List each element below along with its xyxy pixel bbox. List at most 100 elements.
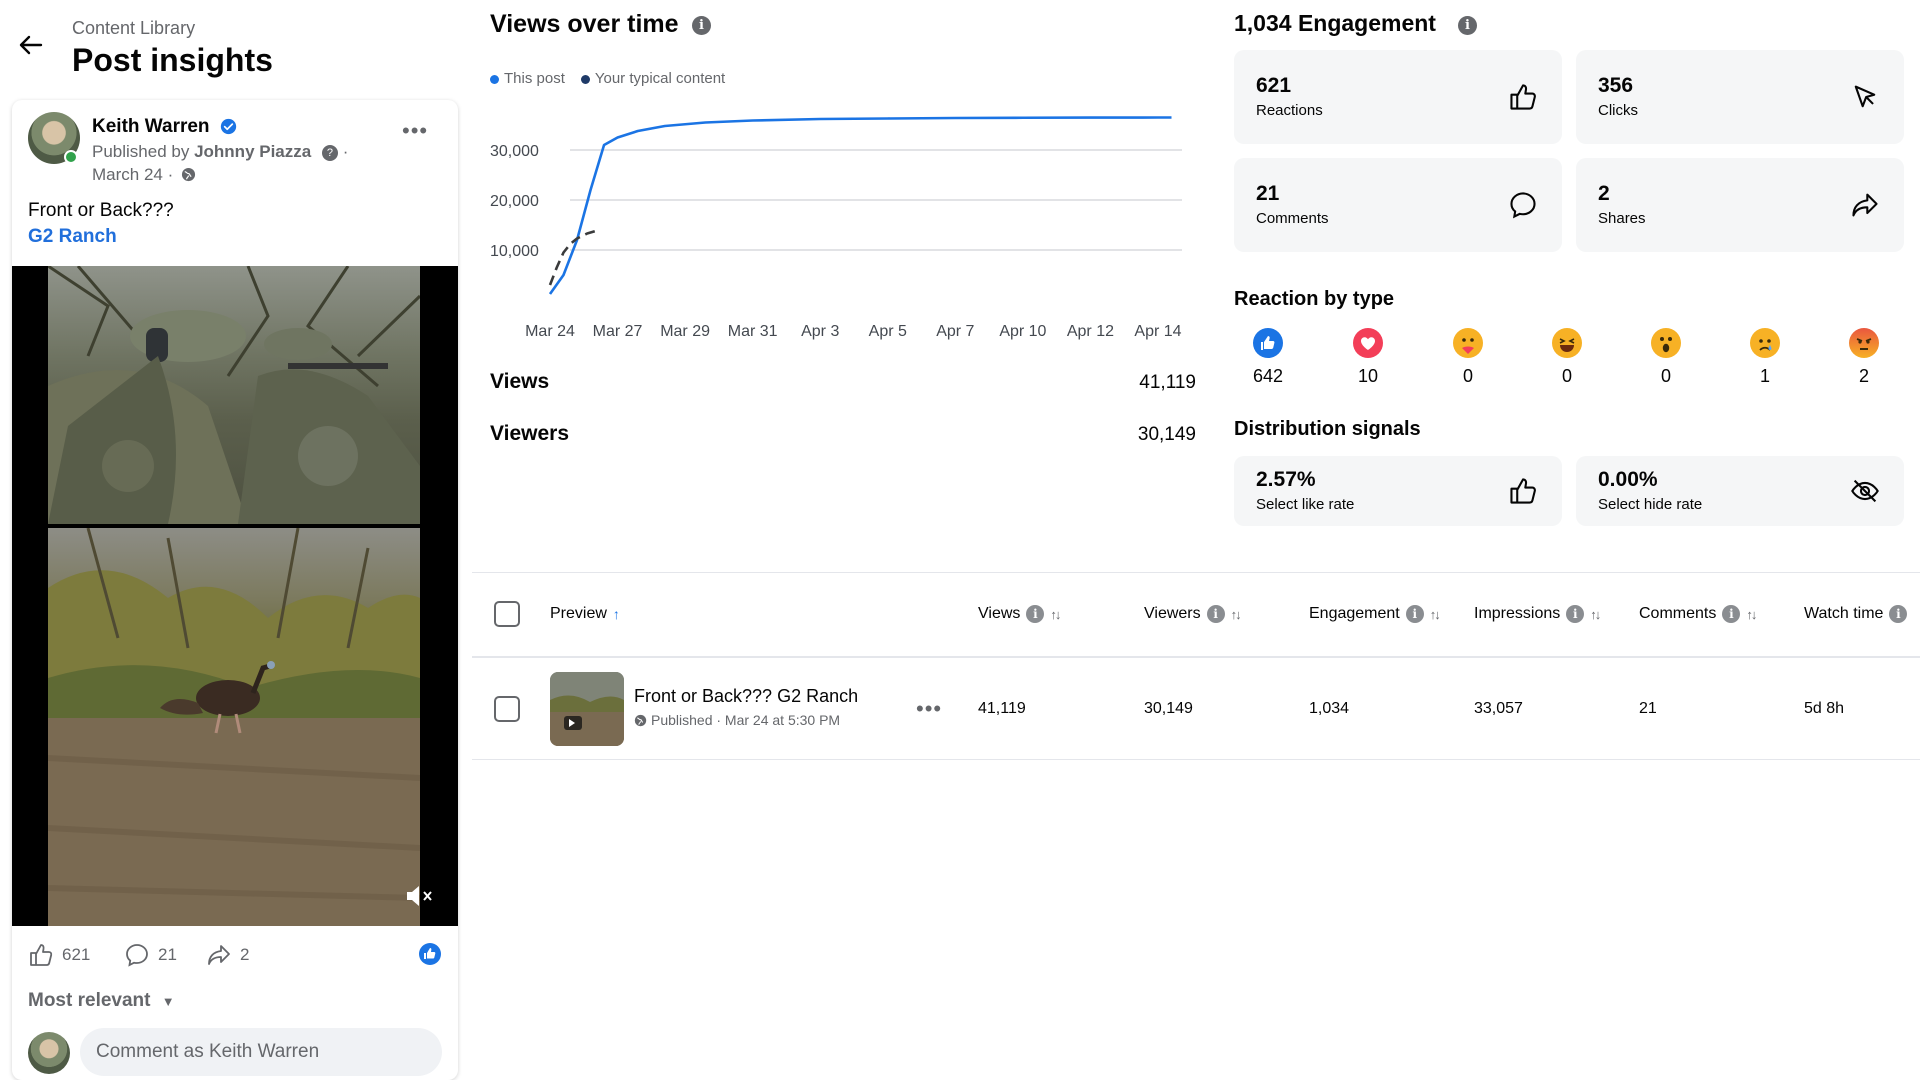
sad-reaction-icon [1750,328,1780,358]
content-table: Preview ↑ Views i ↑↓ Viewers i ↑↓ Engage… [472,572,1920,762]
post-place-link[interactable]: G2 Ranch [28,226,117,248]
post-date[interactable]: March 24 · [92,165,173,184]
published-by-prefix: Published by [92,142,190,161]
post-video[interactable] [12,266,458,926]
clicks-card[interactable]: 356 Clicks [1576,50,1904,144]
column-header-engagement[interactable]: Engagement i ↑↓ [1309,605,1441,623]
eye-slash-icon [1851,479,1879,503]
legend-dot [490,74,499,84]
like-rate-card[interactable]: 2.57% Select like rate [1234,456,1562,526]
comment-sort-label: Most relevant [28,990,151,1011]
care-reaction-count: 0 [1462,366,1473,386]
column-label: Watch time [1804,605,1884,622]
video-frame-hunters [48,266,420,524]
column-header-comments[interactable]: Comments i ↑↓ [1639,605,1757,623]
select-all-checkbox[interactable] [494,601,520,627]
info-icon[interactable]: i [1566,605,1585,623]
verified-badge-icon [220,118,237,135]
post-author[interactable]: Keith Warren [92,116,210,138]
info-icon[interactable]: i [1026,605,1045,623]
row-checkbox[interactable] [494,696,520,722]
like-button[interactable]: 621 [28,940,90,970]
views-metric-label: Views [490,370,550,393]
reaction-love: 10 [1348,328,1388,387]
comments-card[interactable]: 21 Comments [1234,158,1562,252]
post-text: Front or Back??? [28,200,174,221]
views-chart-title: Views over time [490,10,679,38]
published-by-line: Published by Johnny Piazza ? · [92,142,348,162]
hide-rate-value: 0.00% [1598,468,1658,491]
reaction-wow: 0 [1646,328,1686,387]
column-label: Preview [550,605,607,622]
comment-button[interactable]: 21 [124,940,177,970]
like-reaction-icon [1253,328,1283,358]
series-line-typical-content[interactable] [548,229,598,286]
y-tick-label: 20,000 [490,193,539,210]
column-header-views[interactable]: Views i ↑↓ [978,605,1061,623]
x-tick-label: Apr 10 [999,323,1046,340]
cell-viewers: 30,149 [1144,700,1193,717]
care-reaction-icon [1453,328,1483,358]
row-more-options-button[interactable]: ••• [916,696,942,722]
column-header-viewers[interactable]: Viewers i ↑↓ [1144,605,1242,623]
angry-reaction-count: 2 [1858,366,1869,386]
cell-engagement: 1,034 [1309,700,1350,717]
help-icon[interactable]: ? [321,144,338,161]
globe-icon [181,167,196,182]
views-over-time-card: Views over time i This post Your typical… [474,0,1214,468]
share-button[interactable]: 2 [206,940,249,970]
love-reaction-count: 10 [1357,366,1379,386]
like-count: 621 [62,945,91,964]
comment-input[interactable] [80,1028,442,1076]
page-title: Post insights [72,42,273,78]
x-tick-label: Mar 31 [728,323,778,340]
breadcrumb[interactable]: Content Library [72,18,195,39]
post-more-options-button[interactable]: ••• [402,118,428,144]
info-icon[interactable]: i [1722,605,1741,623]
info-icon[interactable]: i [1889,605,1908,623]
shares-card[interactable]: 2 Shares [1576,158,1904,252]
x-tick-label: Apr 7 [936,323,974,340]
column-label: Comments [1639,605,1717,622]
info-icon[interactable]: i [692,16,711,35]
legend-item-typical-content[interactable]: Your typical content [580,70,726,87]
commenter-avatar[interactable] [28,1032,70,1074]
legend-label: Your typical content [594,70,726,87]
cell-comments: 21 [1639,700,1657,717]
video-frame-turkey [48,528,420,926]
reactions-card[interactable]: 621 Reactions [1234,50,1562,144]
x-tick-label: Apr 5 [869,323,907,340]
separator-dot: · [342,142,349,161]
legend-item-this-post[interactable]: This post [490,70,565,87]
distribution-signals-title: Distribution signals [1234,418,1421,440]
sort-icon: ↑↓ [1590,606,1601,622]
info-icon[interactable]: i [1206,605,1225,623]
back-arrow-icon[interactable] [16,30,46,60]
column-header-impressions[interactable]: Impressions i ↑↓ [1474,605,1601,623]
column-header-preview[interactable]: Preview ↑ [550,605,620,623]
row-status-text: Published · Mar 24 at 5:30 PM [651,712,841,728]
reactions-label: Reactions [1256,102,1323,119]
clicks-value: 356 [1598,74,1634,97]
sort-icon: ↑↓ [1429,606,1441,622]
shares-label: Shares [1598,210,1646,227]
clicks-label: Clicks [1598,102,1638,119]
info-icon[interactable]: i [1405,605,1424,623]
table-row[interactable]: Front or Back??? G2 Ranch Published · Ma… [472,660,1920,760]
x-tick-label: Apr 14 [1134,323,1181,340]
comment-sort-dropdown[interactable]: Most relevant ▼ [28,990,175,1012]
hide-rate-card[interactable]: 0.00% Select hide rate [1576,456,1904,526]
info-icon[interactable]: i [1458,16,1477,35]
post-thumbnail[interactable] [550,672,624,746]
views-line-chart[interactable]: 30,000 20,000 10,000 Mar 24 Mar 27 Mar 29 Mar … [474,100,1214,350]
x-tick-label: Apr 12 [1067,323,1114,340]
row-post-title[interactable]: Front or Back??? G2 Ranch [634,686,858,707]
haha-reaction-count: 0 [1561,366,1572,386]
publisher-name[interactable]: Johnny Piazza [194,142,311,161]
wow-reaction-count: 0 [1660,366,1671,386]
share-arrow-icon [208,945,230,965]
column-header-watch-time[interactable]: Watch time i [1804,605,1908,623]
series-line-this-post[interactable] [548,116,1172,295]
sad-reaction-count: 1 [1759,366,1770,386]
mute-icon[interactable] [404,882,436,910]
